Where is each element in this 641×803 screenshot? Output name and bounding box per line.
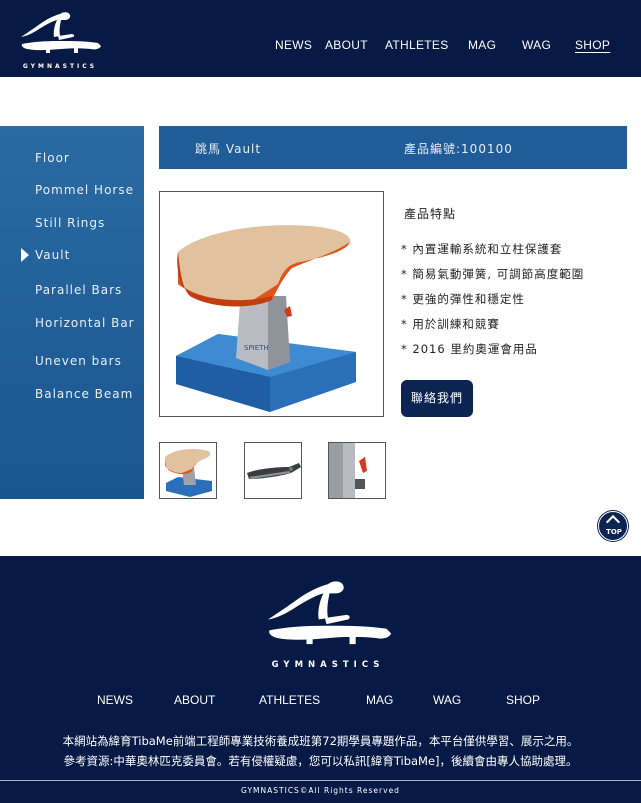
sidebar-item-balance-beam[interactable]: Balance Beam (35, 387, 133, 401)
site-header: GYMNASTICS NEWS ABOUT ATHLETES MAG WAG S… (0, 0, 641, 77)
credit-line-1: 本網站為緯育TibaMe前端工程師專業技術養成班第72期學員專題作品，本平台僅供… (62, 734, 579, 748)
logo-text: GYMNASTICS (22, 63, 98, 70)
vault-image: SPIETH (176, 225, 356, 412)
nav-mag[interactable]: MAG (468, 38, 496, 52)
features-title: 產品特點 (404, 207, 457, 221)
thumbnail-transport-icon (247, 463, 301, 479)
footer-nav-news[interactable]: NEWS (97, 693, 133, 707)
footer-nav-wag[interactable]: WAG (433, 693, 461, 707)
footer-nav-athletes[interactable]: ATHLETES (259, 693, 320, 707)
feature-item: * 簡易氣動彈簧, 可調節高度範圍 (401, 267, 585, 281)
thumbnail-1[interactable] (159, 442, 217, 499)
contact-us-button[interactable]: 聯絡我們 (401, 380, 473, 417)
sidebar-item-floor[interactable]: Floor (35, 151, 70, 165)
image-brand: SPIETH (244, 344, 269, 352)
sidebar-item-parallel-bars[interactable]: Parallel Bars (35, 283, 122, 297)
nav-news[interactable]: NEWS (275, 38, 312, 52)
credit-line-2: 參考資源:中華奧林匹克委員會。若有侵權疑慮，您可以私訊[緯育TibaMe]，後續… (63, 754, 578, 768)
thumbnail-2[interactable] (244, 442, 302, 499)
product-title-bar: 跳馬 Vault 產品編號:100100 (159, 126, 627, 169)
gymnast-logo-icon (268, 581, 392, 645)
footer-logo-text: GYMNASTICS (271, 660, 385, 670)
product-code: 產品編號:100100 (404, 142, 513, 156)
product-main-image[interactable]: SPIETH (159, 191, 384, 417)
back-to-top-button[interactable]: TOP (598, 511, 628, 541)
sidebar-item-pommel-horse[interactable]: Pommel Horse (35, 183, 134, 197)
footer-nav-shop[interactable]: SHOP (506, 693, 540, 707)
nav-athletes[interactable]: ATHLETES (385, 38, 449, 52)
feature-item: * 更強的彈性和穩定性 (401, 292, 525, 306)
footer-logo[interactable]: GYMNASTICS (258, 578, 398, 670)
feature-item: * 內置運輸系統和立柱保護套 (401, 242, 563, 256)
nav-shop[interactable]: SHOP (575, 38, 610, 52)
footer-divider (0, 780, 641, 781)
copyright-text: GYMNASTICS©All Rights Reserved (241, 786, 400, 795)
feature-item: * 用於訓練和競賽 (401, 317, 500, 331)
selected-arrow-icon (21, 248, 29, 262)
thumbnail-vault-icon (165, 449, 212, 497)
main-nav: NEWS ABOUT ATHLETES MAG WAG SHOP (0, 38, 641, 54)
gymnast-logo-icon (21, 12, 102, 53)
sidebar-item-vault[interactable]: Vault (35, 248, 70, 262)
product-name: 跳馬 Vault (195, 142, 262, 156)
sidebar-item-horizontal-bar[interactable]: Horizontal Bar (35, 316, 135, 330)
feature-item: * 2016 里約奧運會用品 (401, 342, 538, 356)
nav-about[interactable]: ABOUT (325, 38, 368, 52)
site-footer: GYMNASTICS NEWS ABOUT ATHLETES MAG WAG S… (0, 556, 641, 803)
nav-wag[interactable]: WAG (522, 38, 551, 52)
thumbnail-3[interactable] (328, 442, 386, 499)
chevron-up-icon (605, 514, 621, 530)
thumbnail-column-icon (329, 443, 385, 498)
footer-nav-about[interactable]: ABOUT (174, 693, 215, 707)
top-label: TOP (606, 528, 622, 536)
footer-nav-mag[interactable]: MAG (366, 693, 393, 707)
sidebar-item-still-rings[interactable]: Still Rings (35, 216, 105, 230)
category-sidebar: Floor Pommel Horse Still Rings Vault Par… (0, 126, 144, 499)
sidebar-item-uneven-bars[interactable]: Uneven bars (35, 354, 122, 368)
